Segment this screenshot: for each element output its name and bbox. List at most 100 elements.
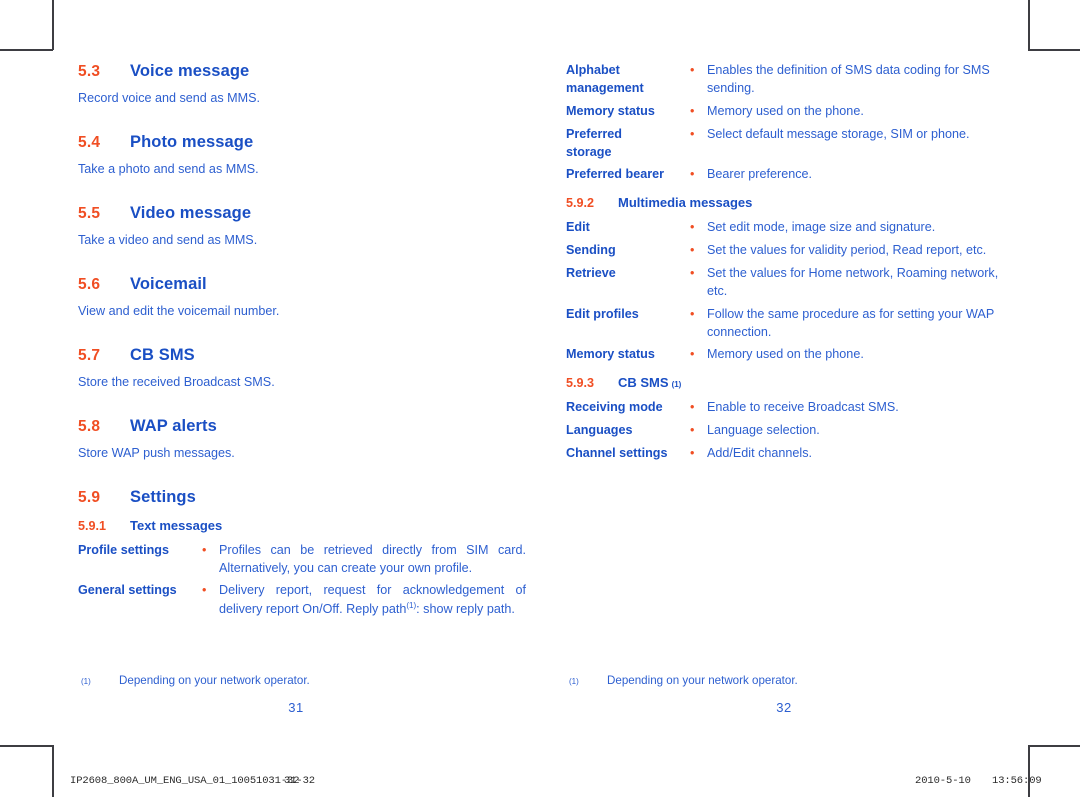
- definition-row: Preferred storage • Select default messag…: [566, 126, 1018, 162]
- subsection-number: 5.9.2: [566, 196, 595, 211]
- section-title: Settings: [130, 487, 196, 506]
- section-description-5-8: Store WAP push messages.: [78, 445, 235, 460]
- definition-row: Preferred bearer • Bearer preference.: [566, 166, 1018, 184]
- definition-row: Edit profiles • Follow the same procedur…: [566, 306, 1018, 342]
- definition-term: Profile settings: [78, 542, 169, 557]
- bullet-icon: •: [690, 306, 695, 321]
- definition-description: Enable to receive Broadcast SMS.: [707, 400, 899, 415]
- definition-term: Memory status: [566, 103, 655, 118]
- definition-term: Channel settings: [566, 446, 668, 460]
- section-title: WAP alerts: [130, 416, 217, 435]
- subsection-heading-5-9-3: 5.9.3 CB SMS (1): [566, 375, 1018, 391]
- section-number: 5.8: [78, 417, 101, 435]
- bullet-icon: •: [690, 126, 695, 141]
- bullet-icon: •: [690, 265, 695, 280]
- definition-row: Channel settings • Add/Edit channels.: [566, 445, 1018, 463]
- bullet-icon: •: [690, 103, 695, 118]
- status-time: 13:56:09: [992, 775, 1042, 787]
- bullet-icon: •: [690, 63, 695, 77]
- proof-status-bar: IP2608_800A_UM_ENG_USA_01_10051031-32 31…: [0, 745, 1080, 797]
- status-filename: IP2608_800A_UM_ENG_USA_01_10051031-32: [70, 775, 300, 787]
- bullet-icon: •: [202, 542, 207, 557]
- section-title: Voicemail: [130, 274, 207, 293]
- bullet-icon: •: [690, 243, 695, 258]
- definition-description: Set the values for validity period, Read…: [707, 243, 987, 258]
- section-title: Photo message: [130, 132, 254, 151]
- definition-term: Receiving mode: [566, 400, 663, 415]
- definition-term-line2: management: [566, 80, 644, 95]
- section-number: 5.9: [78, 488, 101, 506]
- page-left-content: 5.3 Voice message Record voice and send …: [78, 62, 526, 624]
- section-heading-5-9: 5.9 Settings: [78, 488, 526, 507]
- definition-term-line1: Preferred: [566, 126, 623, 141]
- definition-term: Languages: [566, 423, 633, 438]
- footnote-reference: (1): [406, 601, 417, 611]
- definition-term: Alphabet management: [566, 62, 690, 98]
- definition-list-multimedia-messages: Edit • Set edit mode, image size and sig…: [566, 219, 1018, 364]
- section-heading-5-3: 5.3 Voice message: [78, 62, 526, 81]
- definition-list-cb-sms: Receiving mode • Enable to receive Broad…: [566, 399, 1018, 463]
- status-date: 2010-5-10: [915, 775, 971, 787]
- status-page-range: 31-32: [284, 775, 316, 787]
- definition-term: Sending: [566, 243, 616, 258]
- definition-description-part2: : show reply path.: [416, 602, 515, 617]
- bullet-icon: •: [690, 167, 695, 182]
- section-description-5-5: Take a video and send as MMS.: [78, 232, 258, 247]
- bullet-icon: •: [690, 220, 695, 235]
- page-right-content: Alphabet management • Enables the definit…: [566, 62, 1018, 468]
- section-title: Voice message: [130, 62, 250, 80]
- section-heading-5-4: 5.4 Photo message: [78, 133, 526, 152]
- definition-row: General settings • Delivery report, requ…: [78, 582, 526, 619]
- definition-description: Language selection.: [707, 423, 820, 438]
- section-heading-5-5: 5.5 Video message: [78, 204, 526, 223]
- footnote-left: (1) Depending on your network operator.: [78, 674, 310, 687]
- bullet-icon: •: [202, 583, 207, 598]
- footnote-marker: (1): [569, 677, 579, 686]
- definition-term: Retrieve: [566, 265, 616, 280]
- section-heading-5-6: 5.6 Voicemail: [78, 275, 526, 294]
- definition-term: Preferred bearer: [566, 167, 665, 182]
- definition-description: Profiles can be retrieved directly from …: [219, 542, 526, 575]
- definition-description: Memory used on the phone.: [707, 103, 864, 118]
- definition-list-text-messages-continued: Alphabet management • Enables the definit…: [566, 62, 1018, 184]
- footnote-reference: (1): [671, 380, 682, 390]
- subsection-title: Text messages: [130, 517, 223, 533]
- definition-row: Retrieve • Set the values for Home netwo…: [566, 265, 1018, 301]
- page-spread: 5.3 Voice message Record voice and send …: [0, 0, 1080, 745]
- footnote-text: Depending on your network operator.: [607, 674, 798, 687]
- definition-description: Add/Edit channels.: [707, 446, 813, 460]
- subsection-number: 5.9.3: [566, 376, 595, 391]
- definition-description: Set the values for Home network, Roaming…: [707, 265, 999, 298]
- section-title: CB SMS: [130, 345, 195, 364]
- section-description-5-6: View and edit the voicemail number.: [78, 303, 280, 318]
- subsection-heading-5-9-1: 5.9.1 Text messages: [78, 517, 526, 534]
- definition-row: Memory status • Memory used on the phone…: [566, 103, 1018, 121]
- subsection-heading-5-9-2: 5.9.2 Multimedia messages: [566, 195, 1018, 211]
- definition-term: General settings: [78, 583, 177, 598]
- definition-row: Edit • Set edit mode, image size and sig…: [566, 219, 1018, 237]
- section-description-5-3: Record voice and send as MMS.: [78, 90, 260, 105]
- definition-row: Sending • Set the values for validity pe…: [566, 242, 1018, 260]
- definition-term: Edit profiles: [566, 306, 639, 321]
- definition-term: Preferred storage: [566, 126, 690, 162]
- page-left: 5.3 Voice message Record voice and send …: [78, 0, 568, 745]
- definition-term-line2: storage: [566, 144, 612, 159]
- definition-description: Set edit mode, image size and signature.: [707, 220, 936, 235]
- page-number-left: 31: [288, 700, 304, 715]
- subsection-title: CB SMS: [618, 375, 669, 391]
- definition-description: Select default message storage, SIM or p…: [707, 126, 970, 141]
- footnote-right: (1) Depending on your network operator.: [566, 674, 798, 687]
- definition-description: Enables the definition of SMS data codin…: [707, 63, 990, 95]
- section-heading-5-7: 5.7 CB SMS: [78, 346, 526, 365]
- section-number: 5.6: [78, 275, 101, 293]
- definition-list-text-messages: Profile settings • Profiles can be retri…: [78, 542, 526, 620]
- subsection-number: 5.9.1: [78, 518, 107, 533]
- subsection-title: Multimedia messages: [618, 195, 753, 211]
- section-description-5-7: Store the received Broadcast SMS.: [78, 374, 275, 389]
- definition-description: Memory used on the phone.: [707, 347, 864, 362]
- page-right: Alphabet management • Enables the definit…: [566, 0, 1056, 745]
- footnote-marker: (1): [81, 677, 91, 686]
- bullet-icon: •: [690, 400, 695, 415]
- definition-term: Edit: [566, 220, 590, 235]
- definition-term-line1: Alphabet: [566, 63, 620, 77]
